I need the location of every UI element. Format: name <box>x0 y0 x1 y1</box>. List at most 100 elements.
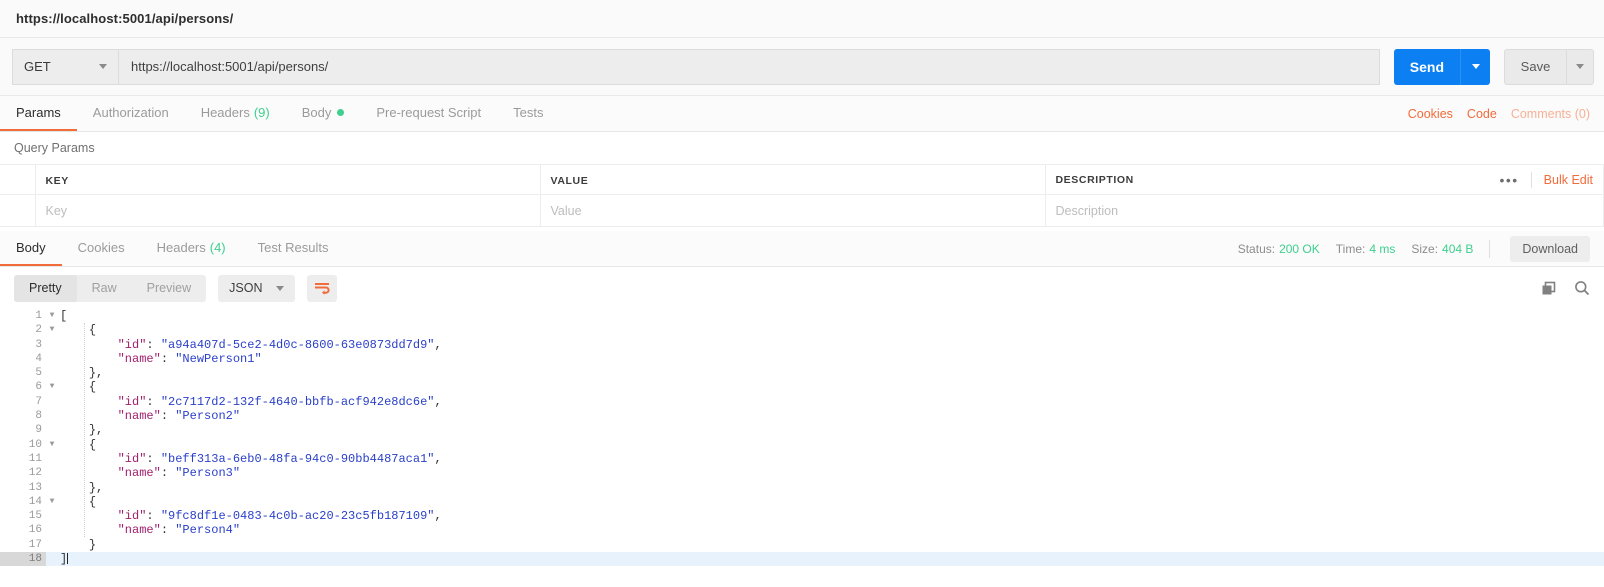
tab-label: Body <box>301 105 332 120</box>
param-description-cell[interactable]: Description <box>1045 194 1604 227</box>
send-button-group: Send <box>1393 48 1490 85</box>
fold-toggle-icon[interactable]: ▼ <box>46 323 58 337</box>
chevron-down-icon <box>276 285 285 291</box>
code-text: "name": "NewPerson1" <box>117 351 262 366</box>
code-line: 5 }, <box>0 366 1604 381</box>
row-checkbox-cell[interactable] <box>0 194 36 227</box>
view-pretty-button[interactable]: Pretty <box>14 274 77 302</box>
tab-count: (9) <box>253 105 270 120</box>
code-text: } <box>88 537 97 552</box>
line-number: 4 <box>0 351 46 367</box>
code-line: 4 "name": "NewPerson1" <box>0 351 1604 367</box>
response-tab-cookies[interactable]: Cookies <box>62 231 141 266</box>
line-number: 18 <box>0 552 46 567</box>
response-tab-body[interactable]: Body <box>0 231 62 266</box>
send-button[interactable]: Send <box>1393 48 1460 85</box>
word-wrap-icon <box>314 282 330 295</box>
query-params-table: KEY VALUE DESCRIPTION ••• Bulk Edit Key … <box>0 164 1604 227</box>
copy-icon[interactable] <box>1541 281 1556 296</box>
tab-label: Test Results <box>257 240 329 255</box>
code-text: "id": "9fc8df1e-0483-4c0b-ac20-23c5fb187… <box>117 509 442 524</box>
response-body-viewer[interactable]: 1 ▼[2 ▼ {3 "id": "a94a407d-5ce2-4d0c-8600-… <box>0 309 1604 579</box>
code-text: }, <box>88 366 104 381</box>
code-line: 7 "id": "2c7117d2-132f-4640-bbfb-acf942e… <box>0 394 1604 410</box>
more-options-icon[interactable]: ••• <box>1499 173 1518 187</box>
code-text: { <box>88 494 97 509</box>
body-format-label: JSON <box>229 281 263 295</box>
query-params-label: Query Params <box>0 132 1604 164</box>
code-text: "id": "2c7117d2-132f-4640-bbfb-acf942e8d… <box>117 394 442 409</box>
table-row: Key Value Description <box>0 194 1604 227</box>
response-tab-headers[interactable]: Headers (4) <box>141 231 242 266</box>
page-title: https://localhost:5001/api/persons/ <box>16 11 234 26</box>
response-tabs-bar: Body Cookies Headers (4) Test Results St… <box>0 231 1604 267</box>
line-number: 10 <box>0 437 46 452</box>
tab-label: Headers <box>156 240 206 255</box>
param-value-cell[interactable]: Value <box>540 194 1046 227</box>
line-number: 7 <box>0 394 46 410</box>
bulk-edit-button[interactable]: Bulk Edit <box>1544 173 1593 187</box>
body-format-select[interactable]: JSON <box>218 274 296 302</box>
code-text: }, <box>88 423 104 438</box>
tab-body[interactable]: Body <box>286 96 361 131</box>
code-line: 16 "name": "Person4" <box>0 523 1604 538</box>
body-tool-icons <box>1541 280 1590 296</box>
fold-toggle-icon[interactable]: ▼ <box>46 380 58 394</box>
param-key-placeholder: Key <box>45 203 68 218</box>
code-text: "id": "a94a407d-5ce2-4d0c-8600-63e0873dd… <box>117 337 442 352</box>
chevron-down-icon <box>99 64 107 69</box>
response-meta: Status: 200 OK Time: 4 ms Size: 404 B Downl… <box>1238 231 1590 266</box>
column-header-value: VALUE <box>540 164 1046 195</box>
tab-label: Headers <box>200 105 250 120</box>
tab-authorization[interactable]: Authorization <box>77 96 185 131</box>
line-number: 2 <box>0 323 46 338</box>
code-text: "name": "Person2" <box>117 409 241 424</box>
save-options-button[interactable] <box>1566 48 1594 85</box>
time-badge: Time: 4 ms <box>1335 241 1396 256</box>
word-wrap-button[interactable] <box>307 274 338 302</box>
cookies-link[interactable]: Cookies <box>1408 107 1453 121</box>
body-present-dot-icon <box>337 109 345 116</box>
size-badge: Size: 404 B <box>1411 241 1474 256</box>
tab-params[interactable]: Params <box>0 96 77 131</box>
response-body-toolbar: Pretty Raw Preview JSON <box>0 267 1604 309</box>
tab-label: Cookies <box>77 240 125 255</box>
line-number: 3 <box>0 337 46 352</box>
param-value-placeholder: Value <box>550 203 582 218</box>
code-line: 11 "id": "beff313a-6eb0-48fa-94c0-90bb44… <box>0 451 1604 467</box>
url-input[interactable]: https://localhost:5001/api/persons/ <box>118 48 1380 85</box>
request-tabs: Params Authorization Headers (9) Body Pr… <box>0 96 559 131</box>
response-tab-test-results[interactable]: Test Results <box>242 231 345 266</box>
code-line: 17 } <box>0 537 1604 553</box>
tab-tests[interactable]: Tests <box>497 96 559 131</box>
table-header-row: KEY VALUE DESCRIPTION ••• Bulk Edit <box>0 164 1604 195</box>
save-button[interactable]: Save <box>1504 48 1566 85</box>
fold-toggle-icon[interactable]: ▼ <box>46 309 58 323</box>
send-options-button[interactable] <box>1460 48 1490 85</box>
download-button[interactable]: Download <box>1510 235 1590 262</box>
code-link[interactable]: Code <box>1467 107 1497 121</box>
param-key-cell[interactable]: Key <box>35 194 541 227</box>
tab-headers[interactable]: Headers (9) <box>185 96 286 131</box>
chevron-down-icon <box>1576 64 1584 69</box>
http-method-select[interactable]: GET <box>12 48 118 85</box>
url-bar: GET https://localhost:5001/api/persons/ … <box>0 38 1604 96</box>
fold-toggle-icon[interactable]: ▼ <box>46 495 58 509</box>
comments-link[interactable]: Comments (0) <box>1511 107 1590 121</box>
time-value: 4 ms <box>1369 241 1396 256</box>
http-method-label: GET <box>24 59 51 74</box>
response-tabs: Body Cookies Headers (4) Test Results <box>0 231 344 266</box>
search-icon[interactable] <box>1574 280 1590 296</box>
view-raw-button[interactable]: Raw <box>77 275 132 302</box>
fold-toggle-icon[interactable]: ▼ <box>46 438 58 452</box>
tab-pre-request-script[interactable]: Pre-request Script <box>360 96 497 131</box>
view-preview-button[interactable]: Preview <box>132 275 206 302</box>
code-line: 8 "name": "Person2" <box>0 409 1604 424</box>
